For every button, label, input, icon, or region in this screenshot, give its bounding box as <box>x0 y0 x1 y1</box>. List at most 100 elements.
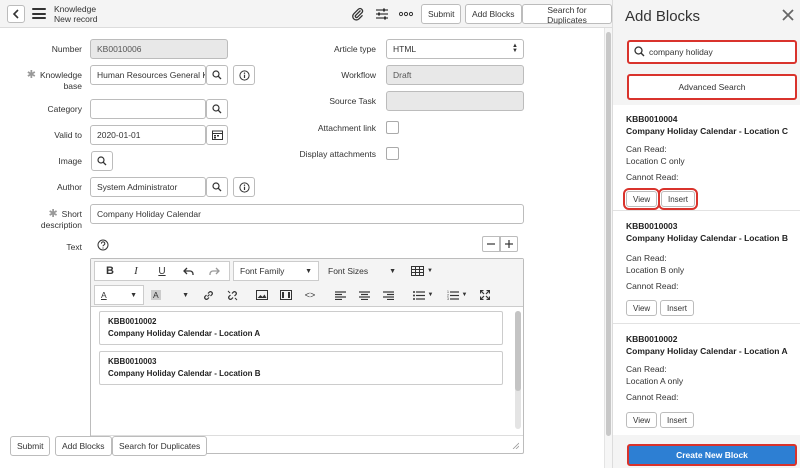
unlink-button[interactable] <box>220 286 244 304</box>
category-field[interactable] <box>90 99 206 119</box>
text-color-button[interactable]: A ▼ <box>94 285 144 305</box>
required-icon: ✱ <box>26 69 36 81</box>
image-label: Image <box>58 156 82 166</box>
info-icon <box>238 181 250 193</box>
minus-icon <box>487 243 495 245</box>
editor-scrollbar[interactable] <box>515 311 521 429</box>
close-icon[interactable] <box>781 8 795 22</box>
submit-button[interactable]: Submit <box>421 4 462 24</box>
insert-button[interactable]: Insert <box>660 300 695 316</box>
create-new-block-button[interactable]: Create New Block <box>627 444 797 466</box>
insert-button[interactable]: Insert <box>657 188 699 210</box>
workflow-field[interactable]: Draft <box>386 65 524 85</box>
source-code-button[interactable]: <> <box>298 286 322 304</box>
author-info-button[interactable] <box>233 177 255 197</box>
content-block[interactable]: KBB0010003 Company Holiday Calendar - Lo… <box>99 351 503 385</box>
resize-handle-icon[interactable] <box>512 442 519 449</box>
view-button[interactable]: View <box>626 300 658 316</box>
undo-button[interactable] <box>175 262 201 280</box>
page-scroll-thumb[interactable] <box>606 32 611 436</box>
table-icon <box>411 266 425 276</box>
valid-to-field[interactable]: 2020-01-01 <box>90 125 206 145</box>
block-id: KBB0010003 <box>108 357 157 366</box>
font-sizes-select[interactable]: Font Sizes ▼ <box>322 261 402 281</box>
editor-scroll-thumb[interactable] <box>515 311 521 391</box>
cannot-read-label: Cannot Read: <box>626 172 679 182</box>
unlink-icon <box>227 290 237 300</box>
author-lookup-button[interactable] <box>206 177 228 197</box>
settings-sliders-icon[interactable] <box>374 6 390 22</box>
italic-button[interactable]: I <box>123 262 149 280</box>
font-family-select[interactable]: Font Family ▼ <box>233 261 319 281</box>
undo-icon <box>182 267 194 275</box>
editor-content[interactable]: KBB0010002 Company Holiday Calendar - Lo… <box>91 307 523 435</box>
add-blocks-panel: Add Blocks Advanced Search KBB0010004 Co… <box>612 0 800 468</box>
advanced-search-button[interactable]: Advanced Search <box>627 74 797 100</box>
can-read-value: Location C only <box>626 156 685 166</box>
table-button[interactable]: ▼ <box>405 261 439 281</box>
insert-image-button[interactable] <box>250 286 274 304</box>
result-card: KBB0010002 Company Holiday Calendar - Lo… <box>613 325 800 435</box>
align-left-button[interactable] <box>328 286 352 304</box>
bottom-submit-button[interactable]: Submit <box>10 436 51 456</box>
knowledge-base-lookup-button[interactable] <box>206 65 228 85</box>
font-family-value: Font Family <box>240 266 285 276</box>
paperclip-icon[interactable] <box>350 6 366 22</box>
align-right-button[interactable] <box>376 286 400 304</box>
author-field[interactable]: System Administrator <box>90 177 206 197</box>
view-button[interactable]: View <box>622 188 661 210</box>
display-attachments-label: Display attachments <box>299 149 376 159</box>
editor-toolbar-row-2: A ▼ A ▼ <> ▼ 1 2 3 ▼ <box>94 285 496 305</box>
back-button[interactable] <box>7 5 25 23</box>
search-duplicates-button[interactable]: Search for Duplicates <box>522 4 612 25</box>
result-id: KBB0010003 <box>626 221 678 231</box>
form-header: Knowledge New record Submit Add Blocks S… <box>0 0 612 28</box>
page-scrollbar[interactable] <box>604 28 612 468</box>
numbered-list-button[interactable]: 123 ▼ <box>440 286 474 304</box>
display-attachments-checkbox[interactable] <box>386 147 399 160</box>
required-icon: ✱ <box>48 208 58 220</box>
menu-icon[interactable] <box>32 8 46 19</box>
result-title: Company Holiday Calendar - Location C <box>626 126 788 136</box>
block-search-input[interactable] <box>649 45 789 59</box>
short-description-label: ✱ Short description <box>40 208 82 231</box>
caret-down-icon: ▼ <box>389 267 396 275</box>
category-lookup-button[interactable] <box>206 99 228 119</box>
insert-button[interactable]: Insert <box>660 412 695 428</box>
view-button[interactable]: View <box>626 412 658 428</box>
insert-video-button[interactable] <box>274 286 298 304</box>
link-button[interactable] <box>196 286 220 304</box>
source-task-label: Source Task <box>329 96 376 106</box>
background-color-button[interactable]: A ▼ <box>147 285 193 305</box>
underline-button[interactable]: U <box>149 262 175 280</box>
bold-button[interactable]: B <box>97 262 123 280</box>
help-icon[interactable] <box>97 239 109 251</box>
article-type-select[interactable]: HTML ▲ ▼ <box>386 39 524 59</box>
expand-editor-button[interactable] <box>500 236 518 252</box>
collapse-editor-button[interactable] <box>482 236 500 252</box>
short-description-field[interactable]: Company Holiday Calendar <box>90 204 524 224</box>
date-picker-button[interactable] <box>206 125 228 145</box>
image-picker-button[interactable] <box>91 151 113 171</box>
knowledge-base-field[interactable]: Human Resources General Kr <box>90 65 206 85</box>
align-right-icon <box>382 290 394 300</box>
align-center-button[interactable] <box>352 286 376 304</box>
number-field[interactable]: KB0010006 <box>90 39 228 59</box>
bullet-list-button[interactable]: ▼ <box>406 286 440 304</box>
bottom-search-duplicates-button[interactable]: Search for Duplicates <box>112 436 208 456</box>
fullscreen-button[interactable] <box>474 286 496 304</box>
knowledge-base-info-button[interactable] <box>233 65 255 85</box>
attachment-link-checkbox[interactable] <box>386 121 399 134</box>
result-id: KBB0010002 <box>626 334 678 344</box>
redo-button[interactable] <box>201 262 227 280</box>
search-icon <box>97 156 107 166</box>
bottom-add-blocks-button[interactable]: Add Blocks <box>55 436 112 456</box>
add-blocks-button[interactable]: Add Blocks <box>465 4 522 24</box>
more-options-icon[interactable] <box>398 6 414 22</box>
content-block[interactable]: KBB0010002 Company Holiday Calendar - Lo… <box>99 311 503 345</box>
source-task-field[interactable] <box>386 91 524 111</box>
can-read-label: Can Read: <box>626 144 667 154</box>
author-label: Author <box>56 182 82 192</box>
caret-down-icon: ▼ <box>182 291 189 299</box>
result-card: KBB0010004 Company Holiday Calendar - Lo… <box>613 105 800 211</box>
